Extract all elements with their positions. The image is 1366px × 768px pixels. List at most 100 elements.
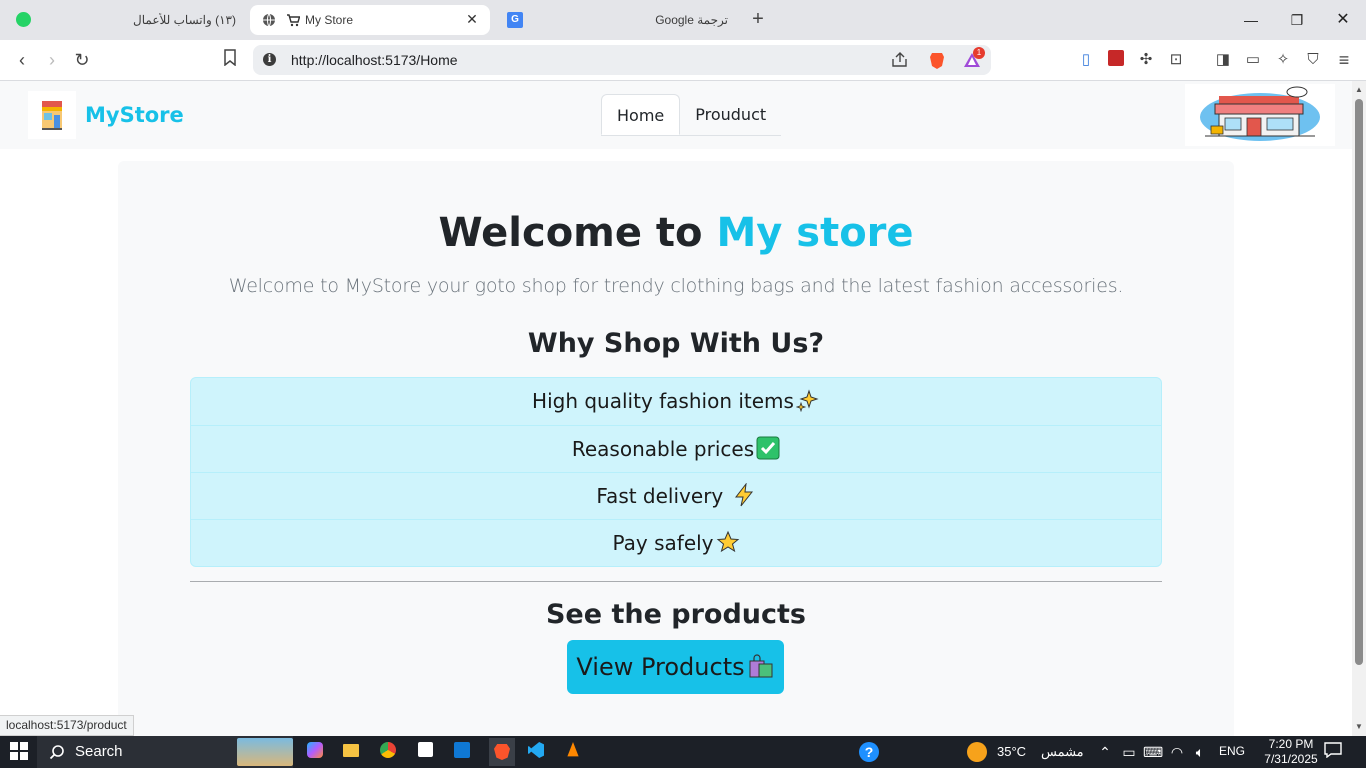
globe-icon	[262, 13, 276, 30]
feature-text: High quality fashion items	[532, 389, 794, 413]
tab-google-translate[interactable]: G ترجمة Google	[500, 5, 738, 35]
new-tab-button[interactable]: +	[748, 9, 768, 30]
search-highlight-image	[237, 738, 293, 766]
leo-ai-icon[interactable]: ✧	[1273, 50, 1293, 70]
sidebar-icon[interactable]: ◨	[1213, 50, 1233, 70]
help-icon[interactable]: ?	[859, 742, 879, 762]
translate-icon: G	[507, 12, 523, 28]
feature-text: Pay safely	[612, 531, 714, 555]
welcome-title-prefix: Welcome to	[438, 210, 717, 256]
store-illustration	[1185, 84, 1335, 146]
list-item: Pay safely	[191, 519, 1161, 566]
search-label: Search	[75, 743, 123, 760]
extension-red-icon[interactable]	[1106, 50, 1126, 70]
restore-button[interactable]: ❐	[1287, 10, 1307, 30]
divider	[190, 581, 1162, 582]
feature-text: Reasonable prices	[571, 437, 755, 461]
status-url-bubble: localhost:5173/product	[0, 715, 134, 736]
scroll-down-arrow-icon[interactable]: ▼	[1354, 722, 1364, 732]
welcome-card: Welcome to My store Welcome to MyStore y…	[118, 161, 1234, 736]
share-icon[interactable]	[891, 52, 909, 68]
address-bar[interactable]: i http://localhost:5173/Home 1	[253, 45, 991, 75]
back-button[interactable]: ‹	[11, 49, 33, 71]
windows-taskbar: Search ? 35°C مشمس ⌃ ▭ ⌨ ◠ 🔈︎ ENG 7:20 P…	[0, 736, 1366, 768]
why-shop-heading: Why Shop With Us?	[527, 328, 825, 359]
site-navbar: MyStore Home Prouduct	[0, 81, 1352, 149]
info-icon[interactable]: i	[263, 53, 276, 66]
weather-desc: مشمس	[1041, 744, 1084, 759]
menu-icon[interactable]: ≡	[1334, 50, 1354, 70]
brave-shields-icon[interactable]	[928, 51, 946, 69]
brave-rewards-icon[interactable]: 1	[962, 47, 985, 69]
lightning-icon	[732, 477, 756, 507]
forward-button[interactable]: ›	[41, 49, 63, 71]
cart-icon	[286, 13, 301, 30]
close-window-button[interactable]: ✕	[1333, 10, 1353, 30]
star-icon	[716, 524, 740, 553]
check-mark-icon	[756, 430, 780, 460]
welcome-title: Welcome to My store	[118, 210, 1234, 256]
view-products-button[interactable]: View Products	[567, 640, 784, 694]
tab-title: (١٣) واتساب للأعمال	[133, 13, 236, 27]
weather-temp: 35°C	[997, 744, 1027, 759]
puzzle-icon[interactable]: ✣	[1136, 50, 1156, 70]
minimize-button[interactable]: —	[1241, 10, 1261, 30]
brand[interactable]: MyStore	[28, 91, 184, 139]
copilot-icon[interactable]	[305, 742, 325, 762]
page-scrollbar[interactable]: ▲ ▼	[1352, 81, 1366, 736]
clock-time[interactable]: 7:20 PM	[1258, 737, 1324, 751]
whatsapp-icon	[16, 12, 31, 27]
tab-strip: (١٣) واتساب للأعمال My Store ✕ G ترجمة G…	[0, 0, 1366, 40]
welcome-title-accent: My store	[716, 210, 914, 256]
vpn-icon[interactable]: ⛉	[1303, 50, 1323, 70]
weather-sun-icon[interactable]	[967, 742, 987, 762]
meet-icon[interactable]: ▭	[1119, 742, 1139, 762]
rewards-badge: 1	[973, 47, 985, 59]
features-list: High quality fashion items Reasonable pr…	[190, 377, 1162, 567]
clock-date[interactable]: 7/31/2025	[1258, 752, 1324, 766]
brand-name: MyStore	[85, 103, 184, 127]
extension-doc-icon[interactable]: ▯	[1076, 50, 1096, 70]
tab-title: My Store	[305, 13, 354, 27]
chrome-icon[interactable]	[378, 742, 398, 762]
nav-tabs: Home Prouduct	[601, 94, 782, 136]
keyboard-icon[interactable]: ⌨	[1143, 742, 1163, 762]
see-products-heading: See the products	[545, 599, 807, 630]
store-logo-icon	[28, 91, 76, 139]
store-app-icon[interactable]	[415, 742, 435, 762]
list-item: High quality fashion items	[191, 378, 1161, 425]
brave-taskbar-icon[interactable]	[489, 738, 515, 766]
bookmark-icon[interactable]	[219, 49, 241, 71]
browser-toolbar: ‹ › ↻ i http://localhost:5173/Home 1 ▯ ✣…	[0, 40, 1366, 81]
speaker-icon[interactable]: 🔈︎	[1190, 742, 1210, 762]
welcome-lead: Welcome to MyStore your goto shop for tr…	[228, 275, 1124, 297]
feature-text: Fast delivery	[596, 484, 730, 508]
wallet-icon[interactable]: ▭	[1243, 50, 1263, 70]
tab-whatsapp[interactable]: (١٣) واتساب للأعمال	[8, 5, 240, 35]
page-viewport: MyStore Home Prouduct Welcome to My stor…	[0, 81, 1352, 736]
taskbar-search[interactable]: Search	[37, 736, 293, 768]
url-text: http://localhost:5173/Home	[291, 52, 458, 68]
chevron-up-icon[interactable]: ⌃	[1095, 742, 1115, 762]
nav-tab-home[interactable]: Home	[601, 94, 681, 135]
vscode-icon[interactable]	[526, 742, 546, 762]
reload-button[interactable]: ↻	[71, 49, 93, 71]
view-products-label: View Products	[576, 653, 745, 681]
reader-mode-icon[interactable]: ⊡	[1166, 50, 1186, 70]
sparkles-icon	[795, 382, 820, 413]
file-explorer-icon[interactable]	[341, 742, 361, 762]
outlook-icon[interactable]	[452, 742, 472, 762]
notifications-icon[interactable]	[1323, 742, 1343, 762]
scroll-thumb[interactable]	[1355, 99, 1363, 665]
language-indicator[interactable]: ENG	[1219, 744, 1245, 758]
vlc-icon[interactable]	[563, 742, 583, 762]
nav-tab-product[interactable]: Prouduct	[680, 94, 781, 135]
wifi-icon[interactable]: ◠	[1167, 742, 1187, 762]
search-icon	[49, 744, 65, 765]
list-item: Reasonable prices	[191, 425, 1161, 472]
start-button[interactable]	[9, 742, 29, 762]
close-tab-icon[interactable]: ✕	[464, 11, 480, 27]
scroll-up-arrow-icon[interactable]: ▲	[1354, 85, 1364, 95]
tab-my-store[interactable]: My Store ✕	[250, 5, 490, 35]
shopping-bags-icon	[747, 645, 775, 678]
